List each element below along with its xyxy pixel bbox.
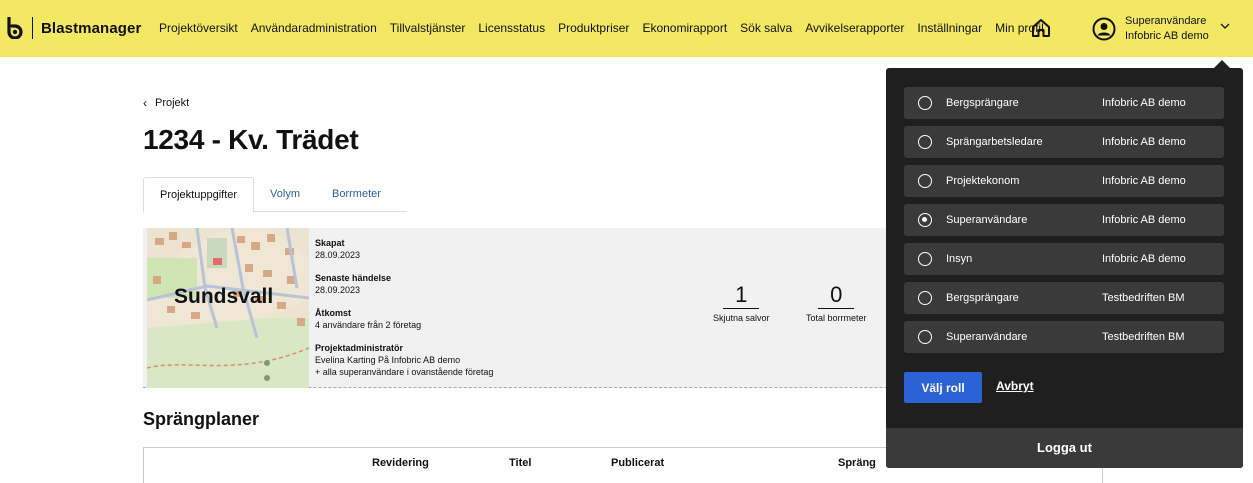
top-bar: Blastmanager Projektöversikt Användaradm… [0,0,1253,57]
col-publicerat[interactable]: Publicerat [611,457,664,469]
role-name: Insyn [946,253,973,265]
role-company: Testbedriften BM [1102,292,1185,304]
admin-label: Projektadministratör [315,343,404,353]
role-company: Testbedriften BM [1102,331,1185,343]
radio-button[interactable] [918,135,932,149]
radio-button[interactable] [918,174,932,188]
role-name: Bergsprängare [946,97,1019,109]
admin-value: Evelina Karting På Infobric AB demo [315,355,461,365]
chevron-left-icon: ‹ [143,96,147,110]
role-company: Infobric AB demo [1102,214,1186,226]
role-company: Infobric AB demo [1102,136,1186,148]
admin-extra: + alla superanvändare i ovanstående före… [315,367,494,377]
nav-sok-salva[interactable]: Sök salva [740,21,792,35]
role-company: Infobric AB demo [1102,175,1186,187]
tab-projektuppgifter[interactable]: Projektuppgifter [143,177,255,213]
nav-projektoversikt[interactable]: Projektöversikt [159,21,238,35]
nav-tillvalstjanster[interactable]: Tillvalstjänster [390,21,466,35]
tab-borrmeter[interactable]: Borrmeter [316,177,397,212]
role-name: Projektekonom [946,175,1020,187]
user-menu[interactable]: Superanvändare Infobric AB demo [1092,14,1209,44]
project-meta: Skapat 28.09.2023 Senaste händelse 28.09… [315,237,493,389]
radio-button-selected[interactable] [918,213,932,227]
role-dropdown: Bergsprängare Infobric AB demo Sprängarb… [886,68,1243,468]
app-name: Blastmanager [41,19,142,37]
stat-value: 0 [818,282,855,309]
nav-anvandaradministration[interactable]: Användaradministration [251,21,377,35]
stat-label: Total borrmeter [806,313,867,323]
chevron-down-icon[interactable] [1219,20,1231,32]
logout-button[interactable]: Logga ut [886,428,1243,468]
role-name: Superanvändare [946,214,1028,226]
col-titel[interactable]: Titel [509,457,531,469]
section-title: Sprängplaner [143,409,260,429]
tab-volym[interactable]: Volym [254,177,316,212]
select-role-button[interactable]: Välj roll [904,372,982,403]
map-label: Sundsvall [174,285,274,308]
role-option[interactable]: Sprängarbetsledare Infobric AB demo [904,126,1224,158]
role-option-selected[interactable]: Superanvändare Infobric AB demo [904,204,1224,236]
role-name: Superanvändare [946,331,1028,343]
cancel-link[interactable]: Avbryt [996,379,1034,393]
radio-button[interactable] [918,330,932,344]
radio-button[interactable] [918,252,932,266]
radio-button[interactable] [918,291,932,305]
user-info: Superanvändare Infobric AB demo [1125,14,1209,44]
last-event-value: 28.09.2023 [315,285,361,295]
col-revidering[interactable]: Revidering [372,457,429,469]
created-label: Skapat [315,238,345,248]
nav-licensstatus[interactable]: Licensstatus [478,21,545,35]
main-nav: Projektöversikt Användaradministration T… [159,21,1057,35]
role-option[interactable]: Insyn Infobric AB demo [904,243,1224,275]
role-option[interactable]: Projektekonom Infobric AB demo [904,165,1224,197]
project-map[interactable]: Sundsvall [147,228,309,388]
role-company: Infobric AB demo [1102,97,1186,109]
stat-total-borrmeter: 0 Total borrmeter [806,282,867,323]
page-title: 1234 - Kv. Trädet [143,124,359,155]
blastmanager-logo-icon [7,17,23,39]
role-name: Sprängarbetsledare [946,136,1043,148]
created-value: 28.09.2023 [315,250,361,260]
user-avatar-icon [1092,17,1116,41]
role-company: Infobric AB demo [1102,253,1186,265]
stat-skjutna-salvor: 1 Skjutna salvor [713,282,770,323]
role-option[interactable]: Superanvändare Testbedriften BM [904,321,1224,353]
user-role: Superanvändare [1125,15,1207,27]
nav-avvikelserapporter[interactable]: Avvikelserapporter [805,21,904,35]
breadcrumb-projekt[interactable]: Projekt [155,97,189,109]
col-sprang[interactable]: Spräng [838,457,876,469]
logo[interactable]: Blastmanager [6,17,141,39]
user-company: Infobric AB demo [1125,30,1209,42]
stat-value: 1 [723,282,760,309]
last-event-label: Senaste händelse [315,273,392,283]
role-option[interactable]: Bergsprängare Testbedriften BM [904,282,1224,314]
tab-bar: Projektuppgifter Volym Borrmeter [143,177,407,213]
logo-divider [32,17,33,39]
nav-produktpriser[interactable]: Produktpriser [558,21,629,35]
role-option[interactable]: Bergsprängare Infobric AB demo [904,87,1224,119]
radio-button[interactable] [918,96,932,110]
access-value: 4 användare från 2 företag [315,320,422,330]
role-name: Bergsprängare [946,292,1019,304]
access-label: Åtkomst [315,308,352,318]
breadcrumb[interactable]: ‹ Projekt [143,96,189,110]
nav-ekonomirapport[interactable]: Ekonomirapport [642,21,727,35]
home-icon[interactable] [1030,17,1052,39]
stat-label: Skjutna salvor [713,313,770,323]
nav-installningar[interactable]: Inställningar [917,21,982,35]
